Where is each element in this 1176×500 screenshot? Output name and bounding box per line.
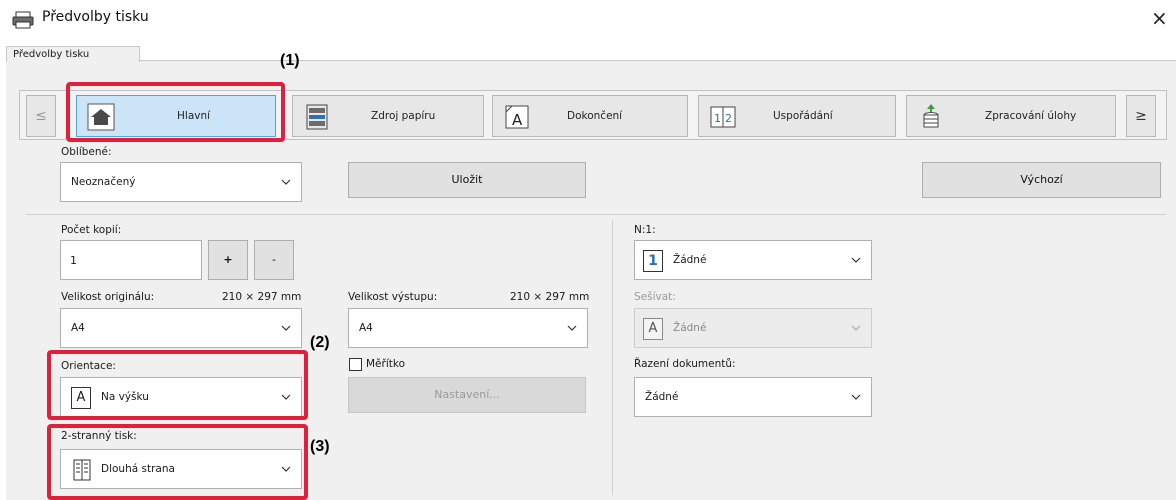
collate-value: Žádné [645,391,679,403]
default-button[interactable]: Výchozí [922,162,1161,198]
chevron-down-icon [281,179,291,185]
copies-input[interactable]: 1 [60,240,202,280]
n-up-select[interactable]: 1 Žádné [634,240,872,280]
favorites-label: Oblíbené: [61,146,112,158]
collate-select[interactable]: Žádné [634,377,872,417]
original-size-label: Velikost originálu: [61,291,155,303]
staple-select[interactable]: A Žádné [634,308,872,348]
printer-icon [12,11,34,29]
scale-label: Měřítko [366,358,406,370]
paper-tray-icon [306,104,328,130]
output-size-label: Velikost výstupu: [348,291,438,303]
svg-text:A: A [512,111,523,129]
title-bar [0,0,1176,36]
scale-checkbox[interactable] [349,358,362,371]
svg-text:2: 2 [725,112,732,125]
original-size-value: A4 [71,322,85,334]
copies-increment-button[interactable]: + [208,240,248,280]
annotation-label-1: (1) [280,52,300,69]
favorites-select[interactable]: Neoznačený [60,162,302,202]
tab-paper-source-label: Zdroj papíru [371,110,436,122]
divider [26,214,1166,215]
toolbar-prev-button[interactable]: ≤ [26,95,56,137]
close-icon[interactable]: × [1151,6,1168,30]
chevron-down-icon [851,257,861,263]
copies-decrement-button[interactable]: - [254,240,294,280]
tab-finishing[interactable]: A Dokončení [492,95,688,137]
n-up-icon: 1 [643,250,663,272]
original-size-select[interactable]: A4 [60,308,302,348]
highlight-box-main-tab [66,82,285,142]
layout-icon: 1 2 [710,106,736,128]
tab-job-handling[interactable]: Zpracování úlohy [906,95,1116,137]
job-handling-icon [923,104,939,128]
tab-layout[interactable]: 1 2 Uspořádání [698,95,896,137]
highlight-box-orientation [47,350,308,420]
scale-settings-button[interactable]: Nastavení... [348,377,586,413]
n-up-label: N:1: [634,224,656,236]
finishing-icon: A [505,105,529,129]
window-title: Předvolby tisku [42,9,149,25]
collate-label: Řazení dokumentů: [634,358,736,370]
tab-finishing-label: Dokončení [567,110,623,122]
tab-paper-source[interactable]: Zdroj papíru [292,95,484,137]
copies-label: Počet kopií: [61,224,122,236]
n-up-value: Žádné [673,254,707,266]
copies-value: 1 [70,254,77,267]
staple-value: Žádné [673,322,707,334]
chevron-down-icon [281,325,291,331]
tab-layout-label: Uspořádání [773,110,833,122]
svg-text:1: 1 [714,112,721,125]
chevron-down-icon [567,325,577,331]
tab-print-preferences[interactable]: Předvolby tisku [6,46,140,62]
output-size-value: A4 [359,322,373,334]
divider [612,220,613,495]
staple-label: Sešívat: [634,291,676,303]
output-size-select[interactable]: A4 [348,308,588,348]
chevron-down-icon [851,325,861,331]
tab-job-handling-label: Zpracování úlohy [985,110,1077,122]
output-size-dims: 210 × 297 mm [510,291,590,303]
favorites-value: Neoznačený [71,176,136,188]
original-size-dims: 210 × 297 mm [222,291,302,303]
save-favorite-button[interactable]: Uložit [348,162,586,198]
annotation-label-2: (2) [310,334,330,351]
highlight-box-duplex [47,424,308,500]
staple-icon: A [643,318,663,340]
annotation-label-3: (3) [310,438,330,455]
chevron-down-icon [851,394,861,400]
toolbar-next-button[interactable]: ≥ [1126,95,1156,137]
